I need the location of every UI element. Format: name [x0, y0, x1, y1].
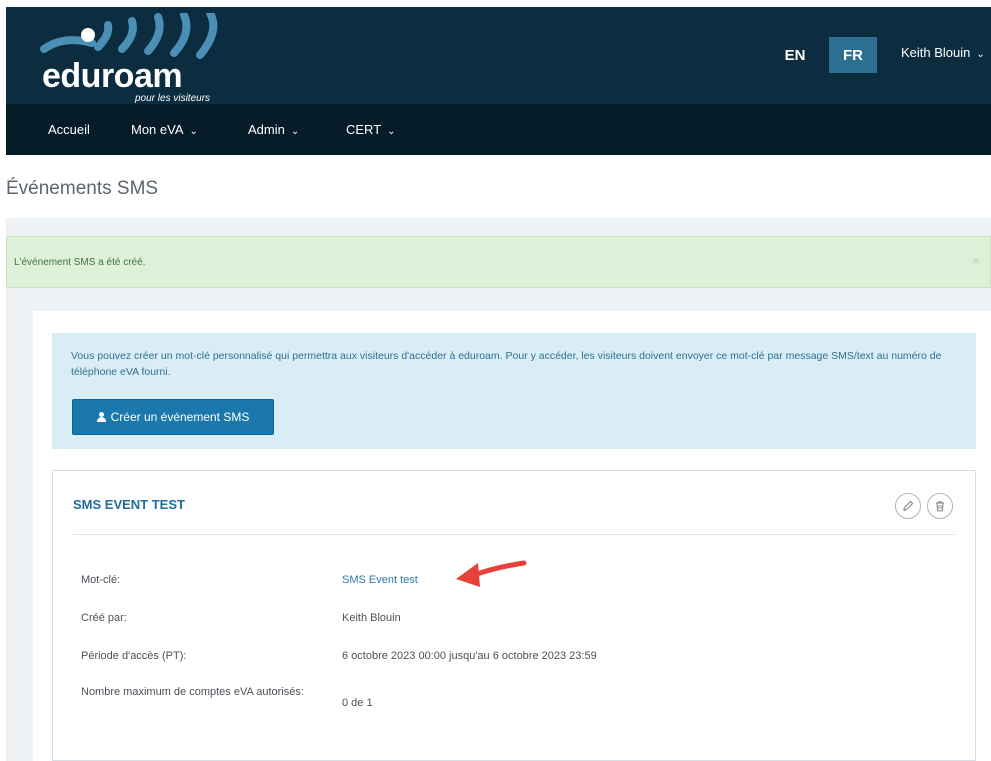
chevron-down-icon: ⌄	[290, 126, 300, 137]
app-window: eduroam pour les visiteurs EN FR Keith B…	[0, 0, 991, 761]
info-text: Vous pouvez créer un mot-clé personnalis…	[71, 350, 942, 378]
created-by-value: Keith Blouin	[342, 612, 401, 624]
user-icon	[96, 412, 107, 422]
create-button-label: Créer un événement SMS	[110, 410, 250, 424]
nav-item-label: CERT	[346, 122, 382, 137]
info-box: Vous pouvez créer un mot-clé personnalis…	[52, 333, 976, 449]
nav-item-accueil[interactable]: Accueil	[48, 122, 90, 137]
delete-event-button[interactable]	[927, 493, 953, 519]
language-en-button[interactable]: EN	[777, 37, 813, 73]
user-name: Keith Blouin	[901, 45, 971, 60]
main-nav: Accueil Mon eVA ⌄ Admin ⌄ CERT ⌄	[6, 104, 991, 155]
chevron-down-icon: ⌄	[189, 126, 198, 137]
row-label-max-accounts: Nombre maximum de comptes eVA autorisés:	[81, 686, 304, 698]
page-title: Événements SMS	[6, 178, 159, 199]
create-sms-event-button[interactable]: Créer un événement SMS	[72, 399, 274, 435]
max-accounts-value: 0 de 1	[342, 697, 373, 709]
keyword-link[interactable]: SMS Event test	[342, 572, 418, 589]
language-fr-button[interactable]: FR	[829, 37, 877, 73]
nav-item-mon-eva[interactable]: Mon eVA ⌄	[131, 122, 198, 137]
divider	[73, 534, 955, 535]
access-period-value: 6 octobre 2023 00:00 jusqu'au 6 octobre …	[342, 650, 597, 662]
event-title: SMS EVENT TEST	[73, 497, 185, 512]
row-label-keyword: Mot-clé:	[81, 574, 121, 586]
nav-item-cert[interactable]: CERT ⌄	[346, 122, 396, 137]
pencil-icon	[903, 500, 914, 512]
success-alert: L'événement SMS a été créé. ×	[6, 236, 991, 288]
trash-icon	[936, 501, 944, 512]
nav-item-label: Accueil	[48, 122, 90, 137]
logo-subtitle: pour les visiteurs	[135, 93, 211, 104]
chevron-down-icon: ⌄	[387, 126, 396, 137]
nav-item-label: Admin	[248, 122, 285, 137]
user-menu[interactable]: Keith Blouin ⌄	[901, 45, 985, 60]
sms-event-card: SMS EVENT TEST Mot-clé: SMS Event test C…	[52, 470, 976, 761]
sms-events-panel: Vous pouvez créer un mot-clé personnalis…	[33, 311, 991, 761]
close-icon[interactable]: ×	[972, 253, 980, 268]
site-header: eduroam pour les visiteurs EN FR Keith B…	[6, 7, 991, 104]
edit-event-button[interactable]	[895, 493, 921, 519]
alert-message: L'événement SMS a été créé.	[14, 257, 146, 268]
logo-wordmark: eduroam	[42, 57, 183, 95]
nav-item-admin[interactable]: Admin ⌄	[248, 122, 299, 137]
nav-item-label: Mon eVA	[131, 122, 184, 137]
row-label-access-period: Période d'accès (PT):	[81, 650, 187, 662]
chevron-down-icon: ⌄	[976, 49, 985, 60]
row-label-created-by: Créé par:	[81, 612, 127, 624]
eduroam-logo[interactable]: eduroam pour les visiteurs	[24, 13, 234, 104]
annotation-arrow-icon	[456, 560, 527, 587]
